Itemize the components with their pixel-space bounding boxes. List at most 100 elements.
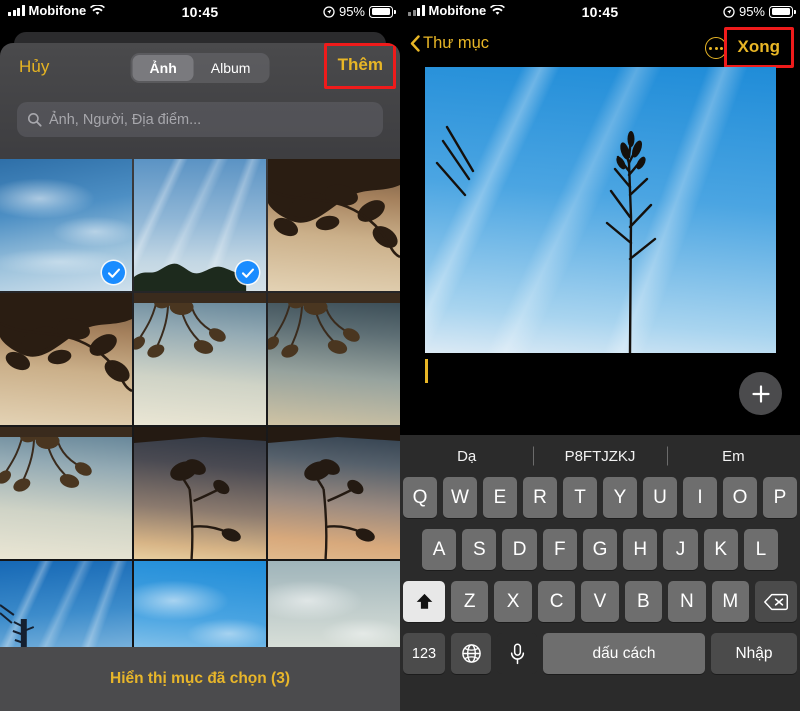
prediction-1[interactable]: Dạ: [400, 448, 533, 465]
search-icon: [27, 112, 42, 127]
plus-icon: [751, 384, 770, 403]
photo-silhouette-layer: [0, 293, 132, 425]
dictation-key[interactable]: [497, 633, 537, 674]
photo-cell[interactable]: [268, 159, 400, 291]
key-c[interactable]: C: [537, 581, 576, 622]
segmented-control: Ảnh Album: [130, 53, 270, 83]
key-d[interactable]: D: [502, 529, 537, 570]
keyboard-row-2: ASDFGHJKL: [400, 529, 800, 570]
right-phone-screen: Mobifone 10:45 95% Thư mục Xong Dạ P8FTJ…: [400, 0, 800, 711]
key-j[interactable]: J: [663, 529, 698, 570]
key-p[interactable]: P: [763, 477, 797, 518]
selection-check-icon[interactable]: [102, 261, 125, 284]
done-button[interactable]: Xong: [738, 37, 781, 57]
backspace-key[interactable]: [755, 581, 797, 622]
microphone-icon: [510, 643, 524, 664]
add-attachment-button[interactable]: [739, 372, 782, 415]
status-right-group: 95%: [323, 4, 396, 19]
photo-silhouette-layer: [0, 427, 132, 559]
key-w[interactable]: W: [443, 477, 477, 518]
key-g[interactable]: G: [582, 529, 618, 570]
key-v[interactable]: V: [581, 581, 619, 622]
key-b[interactable]: B: [624, 581, 663, 622]
photo-cell[interactable]: [0, 293, 132, 425]
prediction-3[interactable]: Em: [667, 448, 800, 465]
battery-percent-label: 95%: [738, 4, 765, 19]
key-t[interactable]: T: [563, 477, 597, 518]
photo-cell[interactable]: [268, 293, 400, 425]
enter-key[interactable]: Nhập: [711, 633, 797, 674]
globe-icon: [461, 644, 481, 663]
search-placeholder: Ảnh, Người, Địa điểm...: [49, 111, 202, 128]
shift-key[interactable]: [403, 581, 445, 622]
note-attached-image[interactable]: [425, 67, 776, 353]
key-m[interactable]: M: [711, 581, 749, 622]
done-button-highlight: Xong: [723, 27, 794, 68]
photo-cell[interactable]: [134, 293, 266, 425]
show-selected-bar[interactable]: Hiển thị mục đã chọn (3): [0, 647, 400, 711]
cancel-button[interactable]: Hủy: [19, 57, 50, 77]
left-phone-screen: Mobifone 10:45 95% Hủy Ảnh Album Thêm Ản…: [0, 0, 400, 711]
show-selected-label: Hiển thị mục đã chọn (3): [110, 670, 290, 687]
back-button[interactable]: Thư mục: [410, 34, 489, 53]
key-o[interactable]: O: [723, 477, 757, 518]
battery-icon: [369, 5, 396, 18]
battery-percent-label: 95%: [338, 4, 365, 19]
chevron-left-icon: [410, 35, 420, 52]
add-button-highlight: Thêm: [323, 43, 396, 89]
photo-cell[interactable]: [134, 159, 266, 291]
backspace-icon: [764, 593, 788, 610]
on-screen-keyboard: Dạ P8FTJZKJ Em QWERTYUIOP ASDFGHJKL ZXCV…: [400, 435, 800, 711]
prediction-2[interactable]: P8FTJZKJ: [533, 448, 666, 465]
key-r[interactable]: R: [523, 477, 557, 518]
status-bar-left: Mobifone 10:45 95%: [0, 0, 400, 26]
battery-icon: [769, 5, 796, 18]
photo-silhouette-layer: [134, 293, 266, 425]
key-y[interactable]: Y: [603, 477, 637, 518]
photo-silhouette-layer: [134, 427, 266, 559]
status-bar-right: Mobifone 10:45 95%: [400, 0, 800, 26]
key-x[interactable]: X: [494, 581, 532, 622]
tab-photos[interactable]: Ảnh: [132, 55, 194, 81]
photo-cell[interactable]: [134, 427, 266, 559]
tab-albums[interactable]: Album: [194, 55, 268, 81]
key-k[interactable]: K: [703, 529, 738, 570]
navigation-bar: Thư mục Xong: [400, 26, 800, 68]
keyboard-row-4: 123 dấu cách Nhập: [400, 633, 800, 674]
space-key[interactable]: dấu cách: [543, 633, 705, 674]
key-a[interactable]: A: [422, 529, 457, 570]
key-h[interactable]: H: [623, 529, 658, 570]
photo-cell[interactable]: [0, 159, 132, 291]
key-s[interactable]: S: [462, 529, 497, 570]
key-z[interactable]: Z: [451, 581, 489, 622]
key-e[interactable]: E: [483, 477, 517, 518]
shift-up-arrow-icon: [416, 593, 432, 609]
text-cursor: [425, 359, 428, 383]
key-f[interactable]: F: [542, 529, 577, 570]
key-u[interactable]: U: [643, 477, 677, 518]
key-i[interactable]: I: [683, 477, 717, 518]
photo-silhouette-layer: [268, 427, 400, 559]
photo-silhouette-layer: [268, 293, 400, 425]
search-input[interactable]: Ảnh, Người, Địa điểm...: [17, 102, 383, 137]
key-l[interactable]: L: [743, 529, 778, 570]
key-n[interactable]: N: [668, 581, 706, 622]
key-q[interactable]: Q: [403, 477, 437, 518]
location-arrow-icon: [323, 5, 335, 18]
image-tree-silhouette: [425, 67, 776, 353]
add-button[interactable]: Thêm: [338, 55, 383, 75]
keyboard-row-3: ZXCVBNM: [400, 581, 800, 622]
photo-cell[interactable]: [268, 427, 400, 559]
screenshot-root: Mobifone 10:45 95% Hủy Ảnh Album Thêm Ản…: [0, 0, 800, 711]
numeric-key[interactable]: 123: [403, 633, 445, 674]
picker-header: Hủy Ảnh Album Thêm: [0, 43, 400, 95]
photo-grid: [0, 159, 400, 693]
location-arrow-icon: [723, 5, 735, 18]
globe-key[interactable]: [451, 633, 491, 674]
selection-check-icon[interactable]: [236, 261, 259, 284]
photo-cell[interactable]: [0, 427, 132, 559]
status-right-group-right: 95%: [723, 4, 796, 19]
photo-silhouette-layer: [268, 159, 400, 291]
back-button-label: Thư mục: [423, 34, 490, 52]
photo-picker-sheet: Hủy Ảnh Album Thêm Ảnh, Người, Địa điểm.…: [0, 43, 400, 711]
